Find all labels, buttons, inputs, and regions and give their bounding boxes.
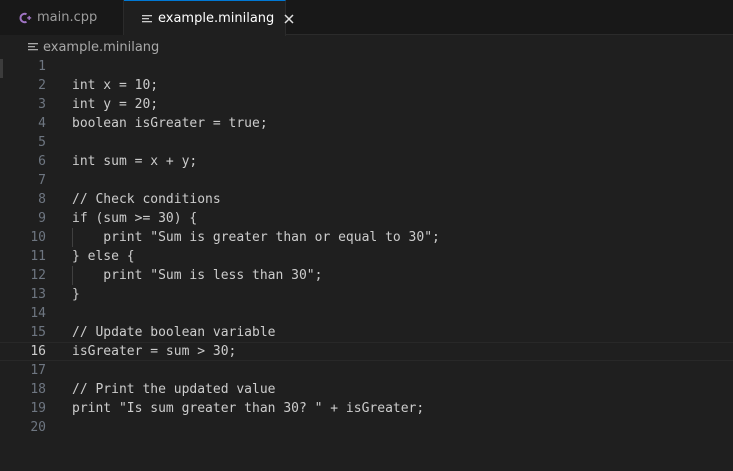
line-text: // Print the updated value <box>72 382 276 397</box>
line-number: 9 <box>38 211 46 226</box>
line-number: 16 <box>30 344 46 359</box>
breadcrumb-file[interactable]: example.minilang <box>43 40 159 55</box>
code-editor[interactable]: 1 2 int x = 10; 3 int y = 20; 4 boolean isGrea… <box>0 57 733 471</box>
code-line[interactable]: 6 int sum = x + y; <box>0 152 733 171</box>
code-line[interactable]: 10 print "Sum is greater than or equal t… <box>0 228 733 247</box>
line-number: 1 <box>38 59 46 74</box>
line-number: 4 <box>38 116 46 131</box>
line-text: isGreater = sum > 30; <box>72 344 237 359</box>
line-text: boolean isGreater = true; <box>72 116 268 131</box>
line-number: 10 <box>30 230 46 245</box>
line-text: print "Sum is less than 30"; <box>72 268 323 283</box>
line-text: } <box>72 287 80 302</box>
line-number: 18 <box>30 382 46 397</box>
line-text: print "Sum is greater than or equal to 3… <box>72 230 440 245</box>
tab-label: main.cpp <box>37 10 98 25</box>
line-number: 13 <box>30 287 46 302</box>
line-number: 6 <box>38 154 46 169</box>
code-line[interactable]: 9 if (sum >= 30) { <box>0 209 733 228</box>
line-text: } else { <box>72 249 135 264</box>
code-line[interactable]: 5 <box>0 133 733 152</box>
text-file-icon <box>141 13 153 25</box>
code-line[interactable]: 7 <box>0 171 733 190</box>
code-line[interactable]: 18 // Print the updated value <box>0 380 733 399</box>
line-number: 5 <box>38 135 46 150</box>
code-line[interactable]: 19 print "Is sum greater than 30? " + isG… <box>0 399 733 418</box>
line-text: print "Is sum greater than 30? " + isGre… <box>72 401 425 416</box>
line-number: 20 <box>30 420 46 435</box>
code-line[interactable]: 11 } else { <box>0 247 733 266</box>
code-line[interactable]: 3 int y = 20; <box>0 95 733 114</box>
line-number: 19 <box>30 401 46 416</box>
line-number: 12 <box>30 268 46 283</box>
close-icon[interactable] <box>283 11 295 27</box>
tab-example-minilang[interactable]: example.minilang <box>124 0 294 36</box>
line-number: 7 <box>38 173 46 188</box>
line-text: // Update boolean variable <box>72 325 276 340</box>
code-line[interactable]: 2 int x = 10; <box>0 76 733 95</box>
line-number: 2 <box>38 78 46 93</box>
line-text: int sum = x + y; <box>72 154 198 169</box>
line-text: if (sum >= 30) { <box>72 211 198 226</box>
line-text: // Check conditions <box>72 192 221 207</box>
code-line[interactable]: 15 // Update boolean variable <box>0 323 733 342</box>
editor-window: main.cpp example.minilang example.minila… <box>0 0 733 471</box>
line-number: 17 <box>30 363 46 378</box>
breadcrumb[interactable]: example.minilang <box>0 36 733 58</box>
cpp-file-icon <box>18 11 32 25</box>
line-number: 3 <box>38 97 46 112</box>
code-line[interactable]: 8 // Check conditions <box>0 190 733 209</box>
code-line[interactable]: 14 <box>0 304 733 323</box>
tab-label: example.minilang <box>158 11 275 26</box>
text-file-icon <box>27 41 39 53</box>
tab-main-cpp[interactable]: main.cpp <box>0 0 124 35</box>
tab-bar: main.cpp example.minilang <box>0 0 733 36</box>
line-number: 15 <box>30 325 46 340</box>
line-number: 14 <box>30 306 46 321</box>
line-text: int x = 10; <box>72 78 159 93</box>
line-number: 11 <box>30 249 46 264</box>
code-line[interactable]: 17 <box>0 361 733 380</box>
code-line[interactable]: 12 print "Sum is less than 30"; <box>0 266 733 285</box>
code-line[interactable]: 20 <box>0 418 733 437</box>
line-number: 8 <box>38 192 46 207</box>
code-line[interactable]: 16 isGreater = sum > 30; <box>0 342 733 361</box>
code-line[interactable]: 4 boolean isGreater = true; <box>0 114 733 133</box>
code-line[interactable]: 13} <box>0 285 733 304</box>
line-text: int y = 20; <box>72 97 159 112</box>
code-line[interactable]: 1 <box>0 57 733 76</box>
